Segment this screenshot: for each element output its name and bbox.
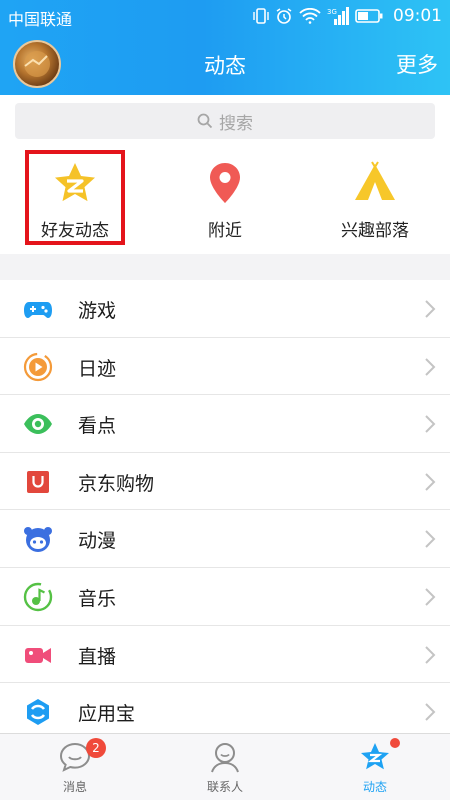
eye-icon bbox=[24, 414, 52, 435]
carrier-name: 中国联通 bbox=[8, 10, 73, 29]
status-bar: 中国联通 3G 09:01 bbox=[0, 0, 450, 32]
tab-label: 联系人 bbox=[206, 780, 243, 794]
more-button[interactable]: 更多 bbox=[396, 49, 438, 79]
chevron-right-icon bbox=[425, 645, 436, 664]
contact-person-icon bbox=[211, 743, 239, 773]
list-item-label: 京东购物 bbox=[78, 472, 155, 495]
location-pin-icon bbox=[210, 163, 240, 203]
music-note-icon bbox=[23, 582, 53, 612]
section-divider bbox=[0, 254, 450, 280]
chevron-right-icon bbox=[425, 530, 436, 549]
tab-label: 动态 bbox=[362, 780, 387, 794]
header: 中国联通 3G 09:01 动态 更多 bbox=[0, 0, 450, 95]
list-item-kandian[interactable]: 看点 bbox=[0, 395, 450, 453]
search-placeholder: 搜索 bbox=[219, 113, 253, 134]
tab-contacts[interactable]: 联系人 bbox=[150, 734, 300, 800]
list-item-anime[interactable]: 动漫 bbox=[0, 510, 450, 568]
clock: 09:01 bbox=[393, 6, 442, 26]
list-item-label: 日迹 bbox=[78, 357, 117, 380]
list-item-label: 直播 bbox=[78, 645, 117, 668]
list-item-music[interactable]: 音乐 bbox=[0, 567, 450, 626]
bottom-tab-bar: 2 消息 联系人 动态 bbox=[0, 733, 450, 800]
tab-label: 消息 bbox=[62, 780, 87, 794]
quick-entries: 好友动态 附近 兴趣部落 bbox=[0, 147, 450, 254]
network-type: 3G bbox=[327, 8, 337, 16]
list-item-label: 动漫 bbox=[78, 530, 117, 553]
play-circle-icon bbox=[23, 352, 53, 381]
chevron-right-icon bbox=[425, 473, 436, 491]
unread-badge: 2 bbox=[86, 738, 106, 758]
tab-messages[interactable]: 2 消息 bbox=[0, 734, 150, 800]
alarm-icon bbox=[276, 8, 292, 24]
status-icons: 3G 09:01 bbox=[253, 5, 442, 27]
list-item-daily-trace[interactable]: 日迹 bbox=[0, 337, 450, 396]
list-item-label: 音乐 bbox=[78, 587, 117, 610]
vibrate-icon bbox=[253, 8, 269, 24]
signal-icon: 3G bbox=[327, 7, 349, 25]
app-store-icon bbox=[27, 699, 49, 726]
list-item-live[interactable]: 直播 bbox=[0, 625, 450, 684]
wifi-icon bbox=[299, 8, 321, 24]
list-item-games[interactable]: 游戏 bbox=[0, 280, 450, 338]
quick-entry-label: 兴趣部落 bbox=[341, 221, 409, 241]
chevron-right-icon bbox=[425, 415, 436, 433]
list-item-label: 应用宝 bbox=[78, 703, 136, 726]
new-dot bbox=[390, 738, 400, 748]
search-input[interactable]: 搜索 bbox=[15, 103, 435, 139]
quick-entry-interest-tribe[interactable]: 兴趣部落 bbox=[300, 147, 450, 247]
tent-icon bbox=[355, 161, 395, 200]
chevron-right-icon bbox=[425, 300, 436, 318]
video-camera-icon bbox=[25, 647, 51, 663]
search-section: 搜索 bbox=[0, 95, 450, 147]
tab-dynamic[interactable]: 动态 bbox=[300, 734, 450, 800]
search-icon bbox=[197, 113, 213, 129]
dynamic-star-icon bbox=[361, 743, 389, 770]
list-item-label: 游戏 bbox=[78, 300, 117, 322]
highlight-box bbox=[25, 150, 125, 245]
list-item-label: 看点 bbox=[78, 415, 117, 438]
chevron-right-icon bbox=[425, 703, 436, 721]
anime-face-icon bbox=[24, 527, 52, 553]
page-title: 动态 bbox=[204, 54, 246, 78]
title-bar: 动态 更多 bbox=[0, 32, 450, 95]
chevron-right-icon bbox=[425, 588, 436, 606]
gamepad-icon bbox=[24, 302, 52, 318]
quick-entry-label: 附近 bbox=[208, 221, 242, 241]
quick-entry-nearby[interactable]: 附近 bbox=[150, 147, 300, 247]
list-item-jd-shopping[interactable]: 京东购物 bbox=[0, 452, 450, 511]
chevron-right-icon bbox=[425, 357, 436, 376]
feature-list: 游戏 日迹 看点 京东购物 动漫 音乐 直播 应用宝 bbox=[0, 280, 450, 741]
battery-icon bbox=[355, 9, 383, 23]
jd-bag-icon bbox=[27, 470, 49, 493]
